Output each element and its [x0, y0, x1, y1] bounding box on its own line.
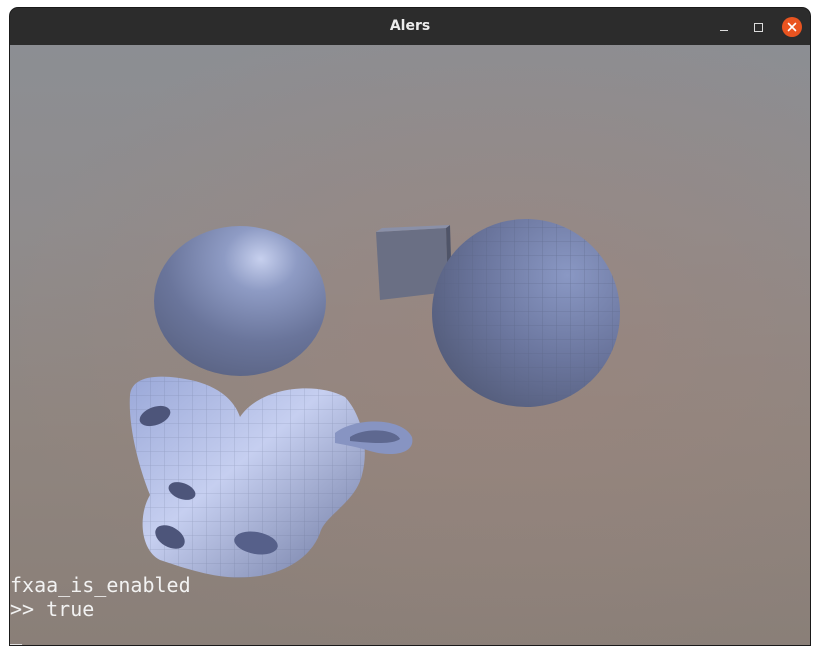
- maximize-icon: [753, 22, 763, 32]
- app-window: Alers fxaa_is_enabled >> true _: [10, 8, 810, 645]
- smooth-sphere: [154, 226, 326, 376]
- minimize-button[interactable]: [714, 17, 734, 37]
- close-button[interactable]: [782, 17, 802, 37]
- title-bar[interactable]: Alers: [10, 8, 810, 45]
- console-cursor[interactable]: _: [10, 621, 810, 645]
- close-icon: [787, 22, 797, 32]
- monkey-head: [129, 376, 413, 578]
- console-command: fxaa_is_enabled: [10, 573, 191, 597]
- render-viewport[interactable]: fxaa_is_enabled >> true _: [10, 45, 810, 645]
- scene: [129, 219, 620, 578]
- debug-console[interactable]: fxaa_is_enabled >> true _: [10, 573, 810, 645]
- maximize-button[interactable]: [748, 17, 768, 37]
- minimize-icon: [720, 29, 728, 31]
- window-title: Alers: [389, 18, 431, 34]
- console-output: >> true: [10, 597, 95, 621]
